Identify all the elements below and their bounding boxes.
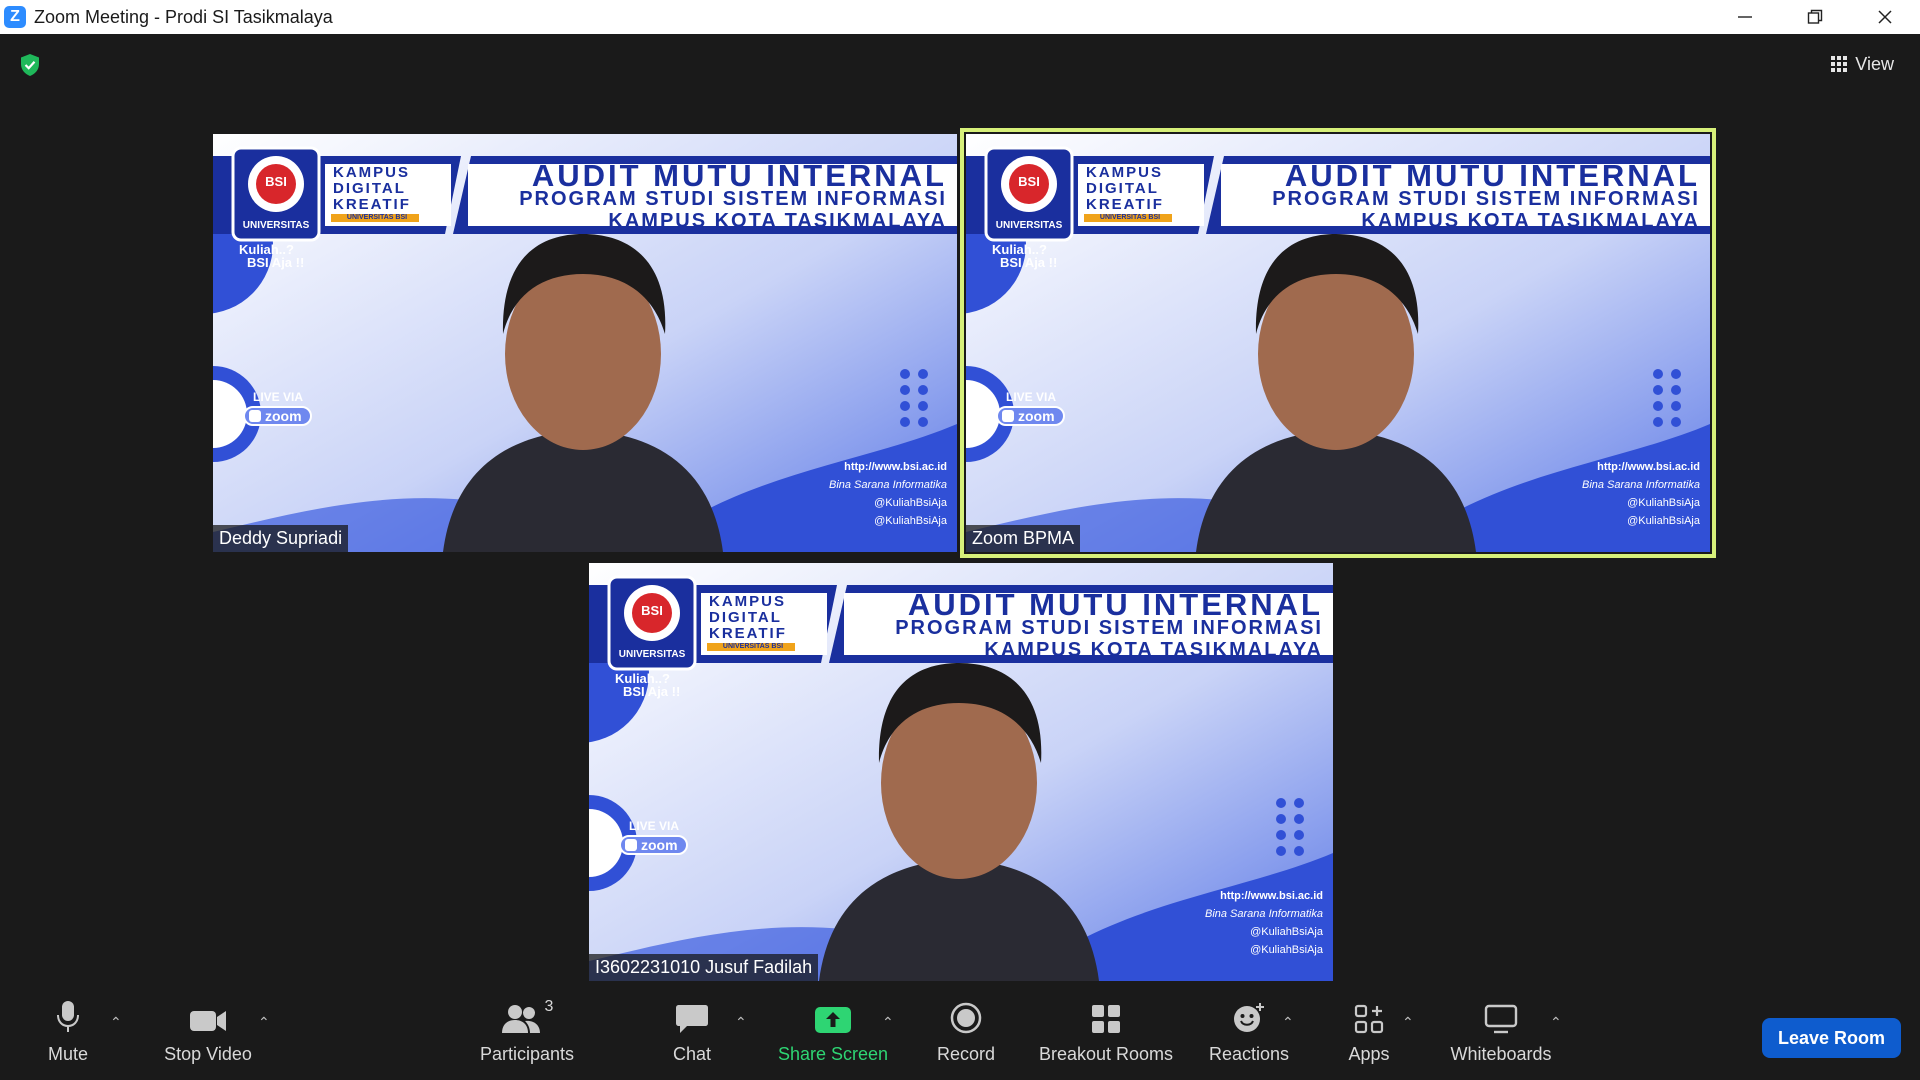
record-label: Record [936,1044,996,1064]
record-button[interactable]: Record [934,992,998,1080]
breakout-rooms-button[interactable]: Breakout Rooms [1036,992,1176,1080]
participant-name-tag: Deddy Supriadi [213,525,349,552]
share-screen-label: Share Screen [777,1044,889,1064]
mute-button[interactable]: Mute [36,992,100,1080]
window-controls [1710,0,1920,34]
share-screen-button[interactable]: Share Screen [774,992,892,1080]
participant-name-tag: I3602231010 Jusuf Fadilah [589,954,819,981]
video-camera-icon [190,1011,226,1031]
whiteboards-button[interactable]: Whiteboards [1446,992,1556,1080]
window-titlebar: Z Zoom Meeting - Prodi SI Tasikmalaya [0,0,1920,34]
chat-options-caret-icon[interactable]: ⌃ [735,1014,747,1031]
mute-options-caret-icon[interactable]: ⌃ [110,1014,122,1031]
whiteboards-label: Whiteboards [1450,1044,1552,1064]
reactions-button[interactable]: Reactions [1204,992,1294,1080]
participants-icon [501,1005,540,1033]
microphone-icon [57,1001,79,1032]
share-screen-icon [815,1007,851,1033]
video-tile[interactable]: BSI UNIVERSITAS KAMPUS DIGITAL KREATIF U… [589,563,1333,981]
minimize-icon[interactable] [1710,0,1780,34]
participant-name-tag: Zoom BPMA [966,525,1081,552]
apps-icon [1354,1004,1384,1034]
chat-label: Chat [672,1044,712,1064]
stop-video-label: Stop Video [164,1044,252,1064]
chat-button[interactable]: Chat [664,992,720,1080]
stop-video-button[interactable]: Stop Video [158,992,258,1080]
mute-label: Mute [47,1044,89,1064]
reactions-options-caret-icon[interactable]: ⌃ [1282,1014,1294,1031]
participant-video [443,234,723,552]
zoom-logo-icon: Z [4,6,26,28]
view-button[interactable]: View [1823,50,1902,78]
participant-video [1196,234,1476,552]
view-label: View [1855,53,1894,74]
share-options-caret-icon[interactable]: ⌃ [882,1014,894,1031]
participants-count: 3 [544,998,554,1015]
grid-icon [1831,56,1848,72]
restore-icon[interactable] [1780,0,1850,34]
video-tile[interactable]: BSI UNIVERSITAS KAMPUS DIGITAL KREATIF U… [213,134,957,552]
chat-bubble-icon [676,1005,708,1033]
window-title: Zoom Meeting - Prodi SI Tasikmalaya [34,6,333,27]
participants-button[interactable]: 3 Participants [474,992,580,1080]
participants-label: Participants [479,1044,575,1064]
apps-options-caret-icon[interactable]: ⌃ [1402,1014,1414,1031]
video-options-caret-icon[interactable]: ⌃ [258,1014,270,1031]
close-icon[interactable] [1850,0,1920,34]
whiteboards-options-caret-icon[interactable]: ⌃ [1550,1014,1562,1031]
shield-check-icon[interactable] [19,53,41,77]
leave-room-button[interactable]: Leave Room [1762,1018,1901,1058]
breakout-rooms-icon [1092,1005,1120,1033]
participant-video [819,663,1099,981]
meeting-toolbar: Mute ⌃ Stop Video ⌃ 3 Participants Chat … [0,992,1920,1080]
apps-label: Apps [1348,1044,1390,1064]
reactions-label: Reactions [1208,1044,1290,1064]
apps-button[interactable]: Apps [1344,992,1394,1080]
reactions-icon [1234,1003,1264,1032]
whiteboard-icon [1484,1004,1518,1034]
record-icon [950,1002,982,1034]
breakout-rooms-label: Breakout Rooms [1038,1044,1174,1064]
video-tile[interactable]: BSI UNIVERSITAS KAMPUS DIGITAL KREATIF U… [960,128,1716,558]
